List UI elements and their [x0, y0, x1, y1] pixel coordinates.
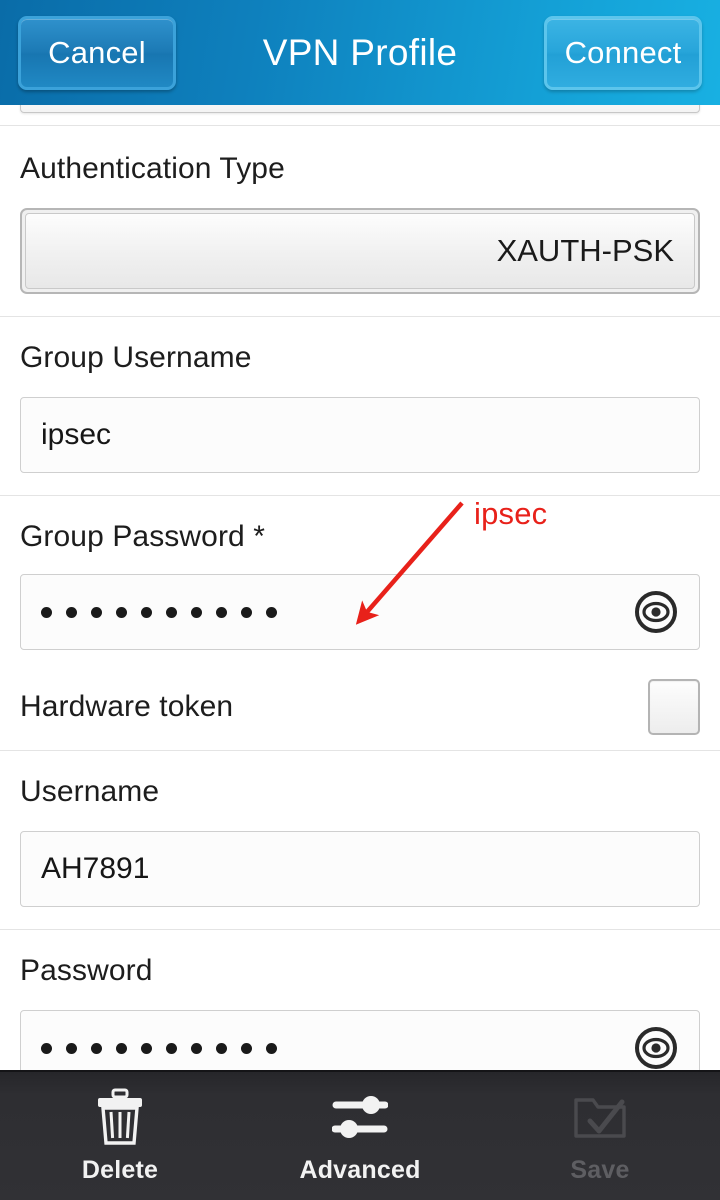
auth-type-select[interactable]: XAUTH-PSK: [20, 208, 700, 294]
auth-type-section: Authentication Type XAUTH-PSK: [0, 126, 720, 316]
connect-button[interactable]: Connect: [544, 15, 702, 90]
hardware-token-label: Hardware token: [20, 690, 234, 723]
group-password-input[interactable]: [20, 574, 700, 650]
password-label: Password: [20, 954, 153, 987]
hardware-token-checkbox[interactable]: [648, 679, 700, 735]
auth-type-value: XAUTH-PSK: [496, 233, 674, 268]
delete-button[interactable]: Delete: [0, 1088, 240, 1185]
vpn-profile-screen: Cancel VPN Profile Connect Authenticatio…: [0, 0, 720, 1200]
connect-button-label: Connect: [564, 34, 682, 70]
advanced-button-label: Advanced: [299, 1155, 421, 1184]
eye-icon[interactable]: [633, 589, 679, 635]
auth-type-label: Authentication Type: [20, 152, 285, 185]
group-username-value: ipsec: [41, 418, 112, 451]
bottom-toolbar: Delete Advanced Save: [0, 1070, 720, 1200]
page-title: VPN Profile: [262, 31, 458, 73]
group-password-section: Group Password *: [0, 496, 720, 664]
username-label: Username: [20, 775, 160, 808]
eye-icon[interactable]: [633, 1025, 679, 1070]
group-username-section: Group Username ipsec: [0, 317, 720, 495]
scrolled-off-field-edge: [20, 105, 700, 113]
save-button[interactable]: Save: [480, 1088, 720, 1185]
group-password-dots: [41, 606, 633, 618]
folder-check-icon: [572, 1088, 628, 1146]
cancel-button-label: Cancel: [48, 34, 146, 70]
sliders-icon: [331, 1088, 389, 1146]
password-section: Password: [0, 930, 720, 1070]
username-section: Username AH7891: [0, 751, 720, 929]
hardware-token-row[interactable]: Hardware token: [0, 664, 720, 750]
delete-button-label: Delete: [81, 1155, 159, 1184]
password-dots: [41, 1042, 633, 1054]
trash-icon: [92, 1088, 148, 1146]
cancel-button[interactable]: Cancel: [18, 15, 176, 90]
save-button-label: Save: [570, 1155, 630, 1184]
group-username-input[interactable]: ipsec: [20, 397, 700, 473]
form-scroll-area[interactable]: Authentication Type XAUTH-PSK Group User…: [0, 105, 720, 1070]
username-input[interactable]: AH7891: [20, 831, 700, 907]
group-password-label: Group Password *: [20, 520, 266, 553]
group-username-label: Group Username: [20, 341, 252, 374]
username-value: AH7891: [41, 852, 150, 885]
advanced-button[interactable]: Advanced: [240, 1088, 480, 1185]
app-header: Cancel VPN Profile Connect: [0, 0, 720, 105]
password-input[interactable]: [20, 1010, 700, 1070]
